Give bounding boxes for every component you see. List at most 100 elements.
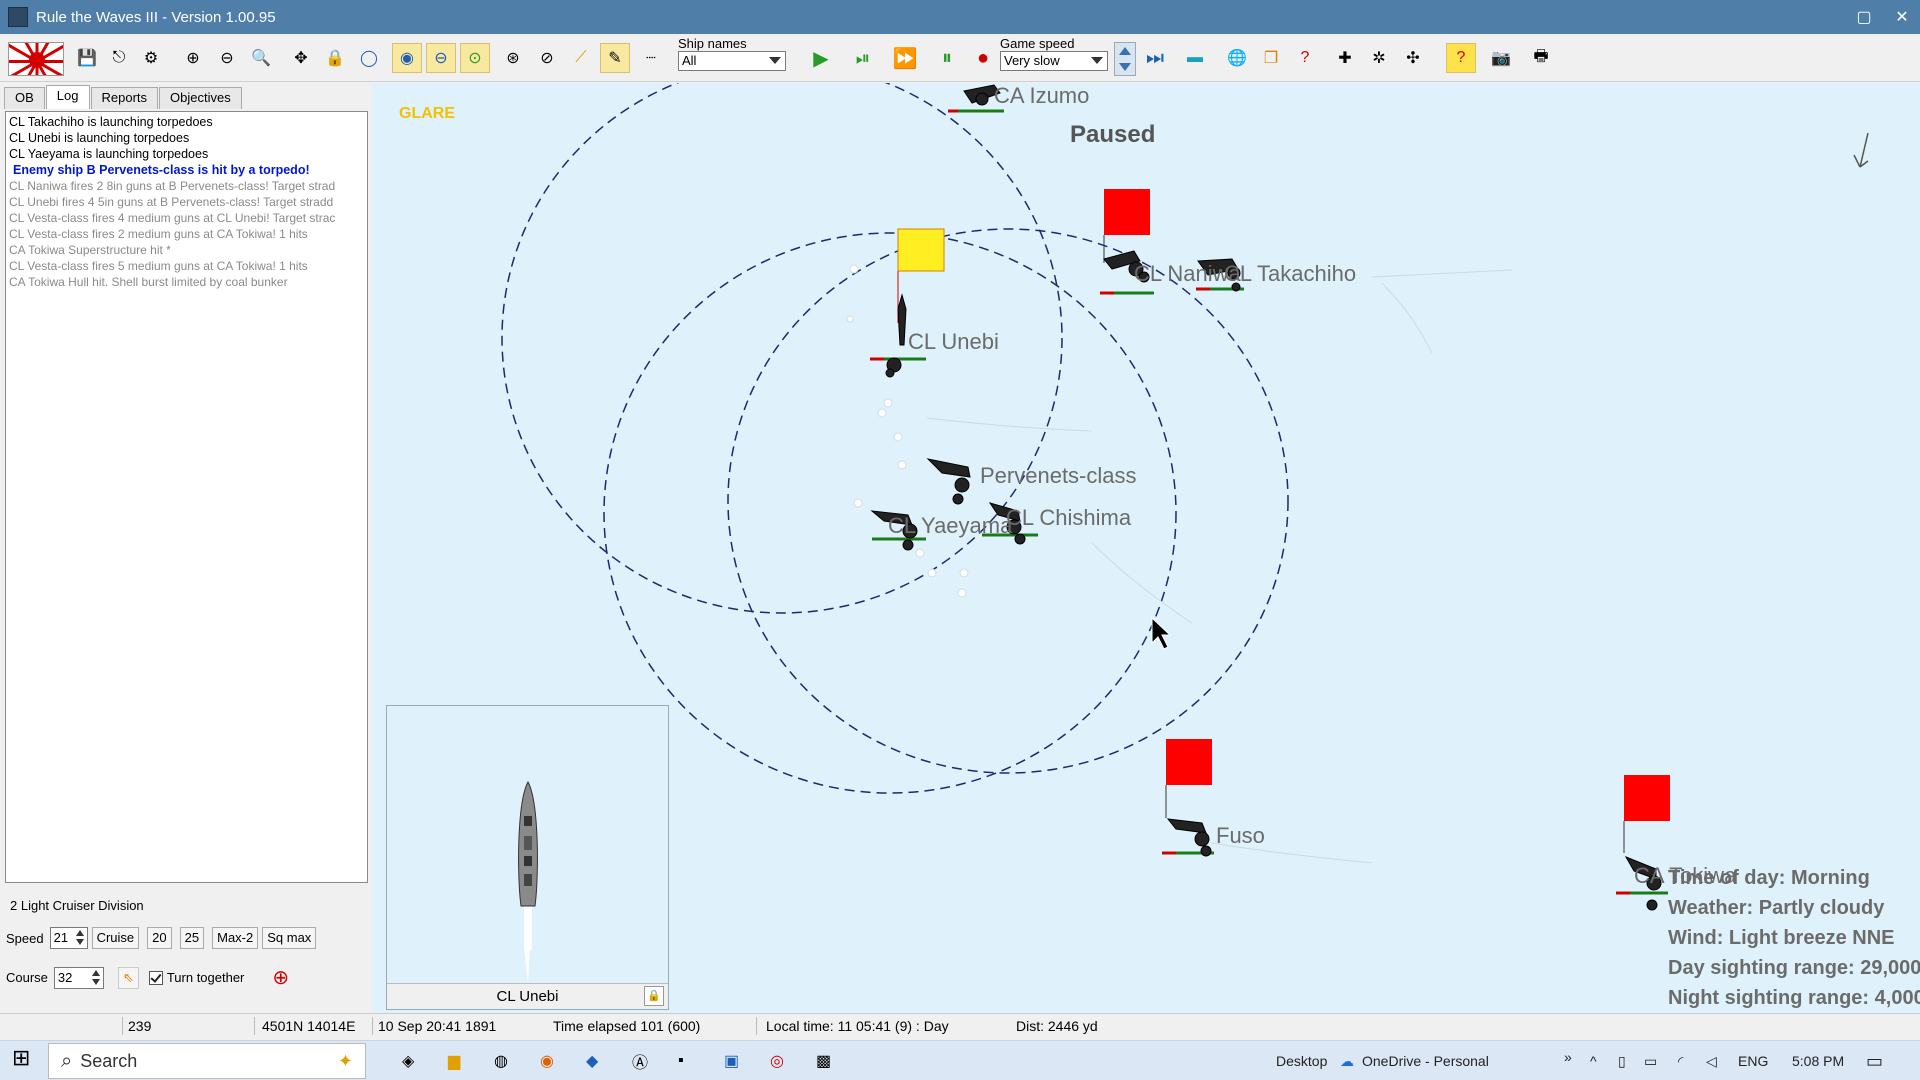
- speed-input[interactable]: 21: [49, 927, 88, 949]
- lock-icon[interactable]: 🔒: [644, 986, 664, 1006]
- chevron-down-icon: [1091, 57, 1103, 64]
- speed-spinner[interactable]: [1114, 42, 1136, 76]
- close-button[interactable]: ✕: [1890, 5, 1914, 29]
- app-icon-a[interactable]: Ⓐ: [632, 1049, 648, 1073]
- course-row: Course 32 ⇖ Turn together ⊕: [6, 965, 289, 990]
- torpedo-icon[interactable]: ⊛: [498, 43, 528, 73]
- gear-formation-icon[interactable]: ✲: [1364, 43, 1394, 73]
- taskbar-search[interactable]: ⌕ Search ✦: [48, 1043, 366, 1079]
- onedrive-label[interactable]: OneDrive - Personal: [1362, 1049, 1489, 1073]
- restore-button[interactable]: ▢: [1852, 5, 1876, 29]
- tab-reports[interactable]: Reports: [90, 87, 159, 109]
- left-panel: OB Log Reports Objectives CL Takachiho i…: [0, 83, 372, 1013]
- crosshair-icon[interactable]: ⊕: [272, 965, 289, 990]
- onedrive-icon[interactable]: ☁: [1340, 1049, 1354, 1073]
- copilot-icon[interactable]: ◈: [402, 1049, 414, 1073]
- help-icon[interactable]: ?: [1446, 43, 1476, 73]
- game-speed-select[interactable]: Very slow: [1000, 51, 1108, 71]
- circle-icon[interactable]: ◯: [354, 43, 384, 73]
- tray-up-icon[interactable]: ^: [1590, 1049, 1597, 1073]
- exit-icon[interactable]: ⎋: [104, 43, 134, 73]
- tab-ob[interactable]: OB: [4, 87, 45, 109]
- pencil-icon[interactable]: ✎: [600, 43, 630, 73]
- speed-20-button[interactable]: 20: [147, 927, 172, 949]
- language-indicator[interactable]: ENG: [1738, 1049, 1768, 1073]
- wind-arrow-icon: [1853, 132, 1869, 168]
- compass-icon[interactable]: ⊘: [532, 43, 562, 73]
- ship-app-icon[interactable]: ▣: [724, 1049, 739, 1073]
- ship-names-select[interactable]: All: [678, 51, 786, 71]
- terminal-icon[interactable]: ▪: [678, 1049, 684, 1073]
- play-icon[interactable]: ▶: [806, 43, 836, 73]
- tray-device-icon[interactable]: ▯: [1618, 1049, 1626, 1073]
- formation-icon[interactable]: ✚: [1330, 43, 1360, 73]
- windows-start-icon[interactable]: ⊞: [12, 1045, 30, 1070]
- ship-label-yaeyama[interactable]: CL Yaeyama: [888, 513, 1012, 539]
- ship-label-chishima[interactable]: CL Chishima: [1006, 505, 1131, 531]
- log-entry: CA Tokiwa Hull hit. Shell burst limited …: [9, 275, 288, 289]
- reports-icon[interactable]: ❐: [1256, 43, 1286, 73]
- japan-flag-icon[interactable]: [8, 42, 64, 76]
- fast-forward-icon[interactable]: ⏩: [890, 43, 920, 73]
- wind: Wind: Light breeze NNE: [1668, 927, 1895, 949]
- file-explorer-icon[interactable]: ▆: [448, 1049, 460, 1073]
- zoom-out-icon[interactable]: ⊖: [212, 43, 242, 73]
- chrome-icon[interactable]: ◍: [494, 1049, 508, 1073]
- sq-max-button[interactable]: Sq max: [262, 927, 317, 949]
- spinner-icon[interactable]: [90, 969, 102, 987]
- record-icon[interactable]: ●: [968, 43, 998, 73]
- log-entry: CL Unebi fires 4 5in guns at B Pervenets…: [9, 195, 334, 209]
- battery-icon[interactable]: ▭: [1644, 1049, 1657, 1073]
- settings-icon[interactable]: ⚙: [136, 43, 166, 73]
- step-icon[interactable]: ⏯: [848, 43, 878, 73]
- dropbox-icon[interactable]: ◆: [586, 1049, 598, 1073]
- camera-icon[interactable]: 📷: [1486, 43, 1516, 73]
- wifi-icon[interactable]: ◜: [1678, 1049, 1683, 1073]
- fastest-icon[interactable]: ⏭: [1140, 43, 1170, 73]
- battle-log[interactable]: CL Takachiho is launching torpedoes CL U…: [5, 111, 368, 883]
- desktop-label[interactable]: Desktop: [1276, 1049, 1327, 1073]
- ship-label-fuso[interactable]: Fuso: [1216, 823, 1265, 849]
- course-arrow-icon[interactable]: ⇖: [117, 966, 139, 989]
- status-local-time: Local time: 11 05:41 (9) : Day: [766, 1018, 949, 1034]
- volume-icon[interactable]: ◁: [1706, 1049, 1717, 1073]
- zoom-in-icon[interactable]: ⊕: [178, 43, 208, 73]
- print-icon[interactable]: 🖶: [1526, 43, 1556, 73]
- arrow-down-icon[interactable]: [1119, 63, 1131, 71]
- target-circle-icon[interactable]: ⊙: [460, 43, 490, 73]
- save-icon[interactable]: 💾: [72, 43, 102, 73]
- max-2-button[interactable]: Max-2: [212, 927, 259, 949]
- turn-together-checkbox[interactable]: [148, 970, 163, 985]
- tab-log[interactable]: Log: [45, 85, 90, 109]
- ship-label-unebi[interactable]: CL Unebi: [908, 329, 999, 355]
- taskbar: ⊞ ⌕ Search ✦ ◈ ▆ ◍ ◉ ◆ Ⓐ ▪ ▣ ◎ ▩ Desktop…: [0, 1040, 1920, 1080]
- chrome-alt-icon[interactable]: ◎: [770, 1049, 784, 1073]
- rtw3-taskbar-icon[interactable]: ▩: [816, 1049, 831, 1073]
- help-chart-icon[interactable]: ?: [1290, 43, 1320, 73]
- notifications-icon[interactable]: ▭: [1866, 1049, 1883, 1073]
- scatter-icon[interactable]: ✣: [1398, 43, 1428, 73]
- ship-label-takachiho[interactable]: CL Takachiho: [1224, 261, 1356, 287]
- zoom-fit-icon[interactable]: 🔍: [246, 43, 276, 73]
- range-circle-icon[interactable]: ◉: [392, 43, 422, 73]
- dashes-icon[interactable]: ┈: [636, 43, 666, 73]
- center-icon[interactable]: ✥: [286, 43, 316, 73]
- turn-together-label: Turn together: [166, 970, 245, 985]
- overflow-chevron[interactable]: »: [1564, 1045, 1572, 1069]
- clock[interactable]: 5:08 PM: [1792, 1049, 1844, 1073]
- pause-icon[interactable]: ⏸: [932, 43, 962, 73]
- ship-label-pervenets[interactable]: Pervenets-class: [980, 463, 1137, 489]
- firefox-icon[interactable]: ◉: [540, 1049, 554, 1073]
- lock-icon[interactable]: 🔒: [320, 43, 350, 73]
- arrow-up-icon[interactable]: [1119, 47, 1131, 55]
- minus-circle-icon[interactable]: ⊖: [426, 43, 456, 73]
- map-icon[interactable]: ▬: [1180, 43, 1210, 73]
- ship-label-izumo[interactable]: CA Izumo: [994, 83, 1089, 109]
- course-input[interactable]: 32: [53, 966, 104, 989]
- tab-objectives[interactable]: Objectives: [159, 87, 242, 109]
- speed-25-button[interactable]: 25: [179, 927, 205, 949]
- globe-icon[interactable]: 🌐: [1222, 43, 1252, 73]
- line-icon[interactable]: ⟋: [566, 43, 596, 73]
- cruise-button[interactable]: Cruise: [91, 927, 140, 949]
- spinner-icon[interactable]: [74, 929, 86, 947]
